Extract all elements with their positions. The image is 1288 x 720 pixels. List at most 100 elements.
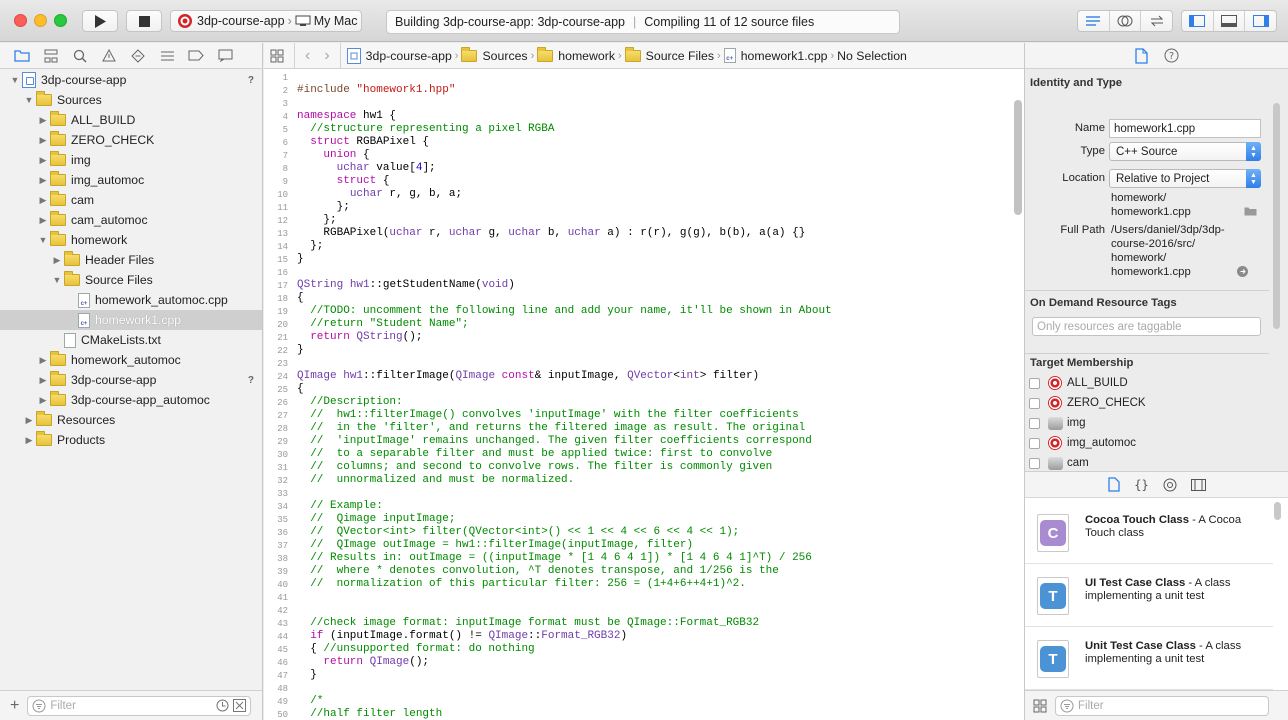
disclosure-collapsed-icon[interactable]: ▶	[38, 175, 48, 185]
navigator-item-header-files[interactable]: ▶ Header Files	[0, 250, 262, 270]
jump-bar-crumb-project[interactable]: 3dp-course-app	[346, 47, 452, 64]
jump-bar-crumb-sources[interactable]: Sources	[461, 46, 528, 63]
code-line[interactable]: //return "Student Name";	[297, 318, 468, 331]
close-window-button[interactable]	[14, 14, 27, 27]
navigator-item-all-build[interactable]: ▶ ALL_BUILD	[0, 110, 262, 130]
checkbox[interactable]	[1029, 437, 1040, 449]
symbol-navigator-tab[interactable]	[43, 48, 59, 64]
code-line[interactable]: };	[297, 240, 323, 253]
disclosure-collapsed-icon[interactable]: ▶	[38, 215, 48, 225]
navigator-item-3dp-course-app[interactable]: ▼ 3dp-course-app?	[0, 70, 262, 90]
code-line[interactable]: };	[297, 214, 336, 227]
checkbox[interactable]	[1029, 417, 1040, 429]
reveal-folder-icon[interactable]	[1244, 206, 1257, 216]
navigator-item-resources[interactable]: ▶ Resources	[0, 410, 262, 430]
code-line[interactable]: /*	[297, 695, 323, 708]
library-scrollbar[interactable]	[1274, 502, 1281, 520]
code-line[interactable]: //structure representing a pixel RGBA	[297, 123, 554, 136]
location-popup[interactable]: Relative to Project ▲ ▼	[1109, 169, 1261, 188]
project-navigator-tab[interactable]	[14, 48, 30, 64]
version-editor-button[interactable]	[1141, 11, 1172, 31]
code-line[interactable]: // Results in: outImage = ((inputImage *…	[297, 552, 812, 565]
library-item-cocoa-touch-class[interactable]: C Cocoa Touch Class - A Cocoa Touch class	[1025, 502, 1273, 564]
code-line[interactable]: // hw1::filterImage() convolves 'inputIm…	[297, 409, 798, 422]
code-line[interactable]: #include "homework1.hpp"	[297, 84, 455, 97]
disclosure-collapsed-icon[interactable]: ▶	[38, 375, 48, 385]
run-button[interactable]	[82, 10, 118, 32]
code-line[interactable]: }	[297, 669, 317, 682]
disclosure-expanded-icon[interactable]: ▼	[52, 275, 62, 285]
jump-bar-selection[interactable]: No Selection	[837, 49, 907, 63]
disclosure-collapsed-icon[interactable]: ▶	[38, 115, 48, 125]
disclosure-collapsed-icon[interactable]: ▶	[38, 355, 48, 365]
debug-navigator-tab[interactable]	[159, 48, 175, 64]
code-line[interactable]: // Qimage inputImage;	[297, 513, 455, 526]
navigator-item-homework[interactable]: ▼ homework	[0, 230, 262, 250]
disclosure-collapsed-icon[interactable]: ▶	[24, 415, 34, 425]
disclosure-expanded-icon[interactable]: ▼	[10, 75, 20, 85]
jump-bar-crumb-file[interactable]: c+ homework1.cpp	[723, 48, 828, 63]
standard-editor-button[interactable]	[1078, 11, 1110, 31]
navigator-item-products[interactable]: ▶ Products	[0, 430, 262, 450]
navigator-item-zero-check[interactable]: ▶ ZERO_CHECK	[0, 130, 262, 150]
help-icon[interactable]: ?	[1164, 48, 1179, 63]
toggle-inspector-button[interactable]	[1245, 11, 1276, 31]
navigator-item-cmakelists-txt[interactable]: CMakeLists.txt	[0, 330, 262, 350]
navigator-filter-field[interactable]: Filter	[27, 695, 252, 716]
target-membership-img-automoc[interactable]: img_automoc	[1029, 433, 1136, 453]
code-line[interactable]: }	[297, 344, 304, 357]
navigator-item-homework1-cpp[interactable]: c+ homework1.cpp	[0, 310, 262, 330]
object-library-icon[interactable]	[1163, 478, 1177, 492]
code-line[interactable]: uchar r, g, b, a;	[297, 188, 462, 201]
target-membership-zero-check[interactable]: ZERO_CHECK	[1029, 393, 1146, 413]
code-line[interactable]: struct RGBAPixel {	[297, 136, 429, 149]
navigator-item-img[interactable]: ▶ img	[0, 150, 262, 170]
code-line[interactable]: // QVector<int> filter(QVector<int>() <<…	[297, 526, 739, 539]
recent-files-icon[interactable]	[216, 699, 229, 712]
checkbox[interactable]	[1029, 397, 1040, 409]
navigator-item-cam[interactable]: ▶ cam	[0, 190, 262, 210]
navigator-item-3dp-course-app-automoc[interactable]: ▶ 3dp-course-app_automoc	[0, 390, 262, 410]
grid-view-icon[interactable]	[1033, 699, 1047, 713]
code-line[interactable]: {	[297, 383, 304, 396]
source-control-filter-icon[interactable]	[233, 699, 247, 712]
code-line[interactable]: { //unsupported format: do nothing	[297, 643, 534, 656]
zoom-window-button[interactable]	[54, 14, 67, 27]
scheme-selector[interactable]: 3dp-course-app › My Mac	[170, 10, 362, 32]
file-inspector-icon[interactable]	[1134, 47, 1148, 64]
jump-bar-crumb-source-files[interactable]: Source Files	[624, 46, 714, 63]
navigator-item-source-files[interactable]: ▼ Source Files	[0, 270, 262, 290]
navigator-item-sources[interactable]: ▼ Sources	[0, 90, 262, 110]
library-item-ui-test-case-class[interactable]: T UI Test Case Class - A class implementi…	[1025, 565, 1273, 627]
checkbox[interactable]	[1029, 377, 1040, 389]
inspector-scrollbar[interactable]	[1273, 103, 1280, 329]
disclosure-collapsed-icon[interactable]: ▶	[38, 155, 48, 165]
code-line[interactable]: QImage hw1::filterImage(QImage const& in…	[297, 370, 759, 383]
code-line[interactable]: //TODO: uncomment the following line and…	[297, 305, 832, 318]
find-navigator-tab[interactable]	[72, 48, 88, 64]
code-line[interactable]: // columns; and second to convolve rows.…	[297, 461, 772, 474]
back-icon[interactable]: ‹	[305, 47, 310, 65]
code-snippet-icon[interactable]: {}	[1134, 478, 1148, 492]
code-line[interactable]: namespace hw1 {	[297, 110, 396, 123]
code-line[interactable]: //Description:	[297, 396, 402, 409]
code-line[interactable]: {	[297, 292, 304, 305]
name-field[interactable]: homework1.cpp	[1109, 119, 1261, 138]
code-line[interactable]: //check image format: inputImage format …	[297, 617, 759, 630]
code-line[interactable]: };	[297, 201, 350, 214]
target-membership-img[interactable]: img	[1029, 413, 1086, 433]
reveal-in-finder-icon[interactable]	[1237, 266, 1248, 277]
library-filter-field[interactable]: Filter	[1055, 695, 1269, 716]
navigator-item-homework-automoc-cpp[interactable]: c+ homework_automoc.cpp	[0, 290, 262, 310]
media-library-icon[interactable]	[1190, 478, 1206, 491]
code-line[interactable]: struct {	[297, 175, 390, 188]
library-item-unit-test-case-class[interactable]: T Unit Test Case Class - A class implemen…	[1025, 628, 1273, 690]
assistant-editor-button[interactable]	[1110, 11, 1142, 31]
code-line[interactable]: // Example:	[297, 500, 383, 513]
toggle-debug-area-button[interactable]	[1214, 11, 1246, 31]
disclosure-collapsed-icon[interactable]: ▶	[38, 135, 48, 145]
code-line[interactable]: QString hw1::getStudentName(void)	[297, 279, 515, 292]
target-membership-all-build[interactable]: ALL_BUILD	[1029, 373, 1128, 393]
code-view[interactable]: 1 2 3 4 5 6 7 8 9 10 11 12 13 14 15 16 17 18 19 20 21 22 23 24 2…	[264, 70, 1024, 720]
test-navigator-tab[interactable]	[130, 48, 146, 64]
